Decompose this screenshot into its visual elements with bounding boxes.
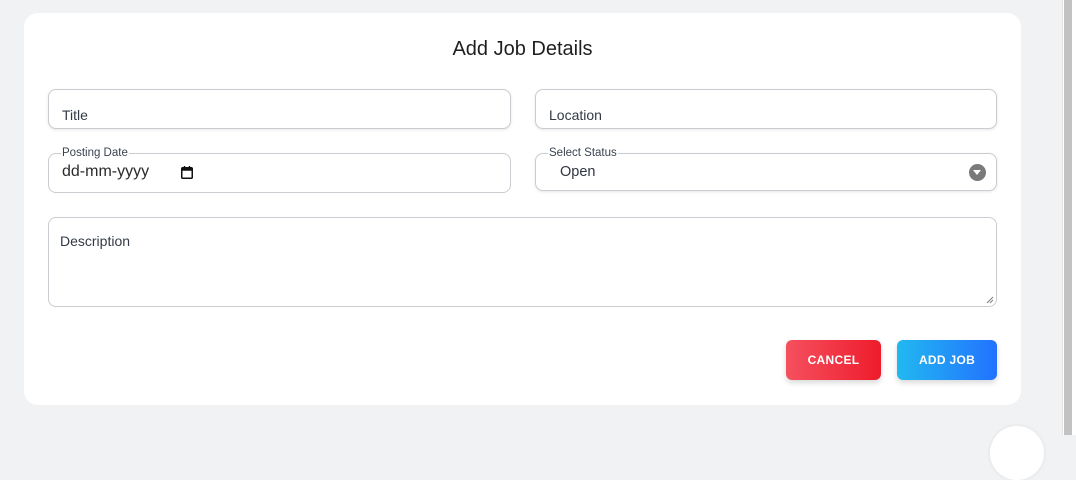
posting-date-value: dd-mm-yyyy — [62, 163, 150, 180]
posting-date-input[interactable]: Posting Date dd-mm-yyyy — [48, 146, 511, 193]
description-placeholder: Description — [60, 233, 131, 249]
title-input[interactable]: Title — [48, 89, 511, 129]
floating-circle — [990, 426, 1044, 480]
dropdown-arrow-icon[interactable] — [969, 164, 986, 181]
cancel-button[interactable]: CANCEL — [786, 340, 881, 380]
description-textarea[interactable]: Description — [48, 217, 997, 307]
posting-date-label: Posting Date — [61, 146, 129, 160]
status-selected-value: Open — [560, 164, 596, 180]
add-job-card: Add Job Details Title Location Posting D… — [24, 13, 1021, 405]
status-select[interactable]: Select Status Open — [535, 146, 997, 191]
resize-handle-icon[interactable] — [986, 296, 994, 304]
vertical-scrollbar[interactable] — [1062, 0, 1076, 435]
location-placeholder: Location — [549, 107, 602, 123]
status-label: Select Status — [548, 146, 618, 160]
add-job-button[interactable]: ADD JOB — [897, 340, 997, 380]
scrollbar-thumb[interactable] — [1064, 0, 1072, 435]
title-placeholder: Title — [62, 107, 88, 123]
form-title: Add Job Details — [452, 38, 593, 60]
calendar-icon[interactable] — [181, 166, 193, 179]
location-input[interactable]: Location — [535, 89, 997, 129]
